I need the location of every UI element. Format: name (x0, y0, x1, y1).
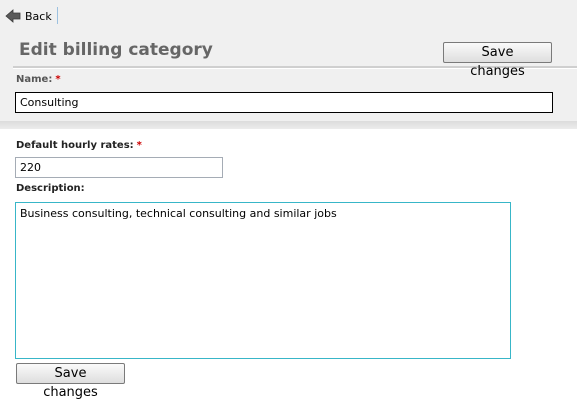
description-label-text: Description: (16, 183, 85, 194)
toolbar-separator (57, 7, 58, 24)
save-button-top[interactable]: Save changes (443, 42, 552, 79)
name-label: Name: * (16, 74, 61, 85)
back-link[interactable]: Back (5, 8, 52, 24)
description-label: Description: (16, 183, 85, 194)
rate-label-text: Default hourly rates: (16, 140, 134, 151)
back-arrow-icon (5, 9, 21, 23)
name-field[interactable] (15, 92, 553, 113)
save-button-bottom[interactable]: Save changes (16, 363, 125, 400)
required-marker: * (136, 140, 142, 151)
rate-label: Default hourly rates: * (16, 140, 142, 151)
panel-divider (0, 121, 577, 129)
page-title: Edit billing category (19, 40, 213, 60)
name-label-text: Name: (16, 74, 53, 85)
back-label: Back (25, 9, 52, 23)
description-field[interactable]: Business consulting, technical consultin… (15, 202, 511, 359)
hourly-rate-field[interactable] (15, 157, 223, 178)
required-marker: * (55, 74, 61, 85)
